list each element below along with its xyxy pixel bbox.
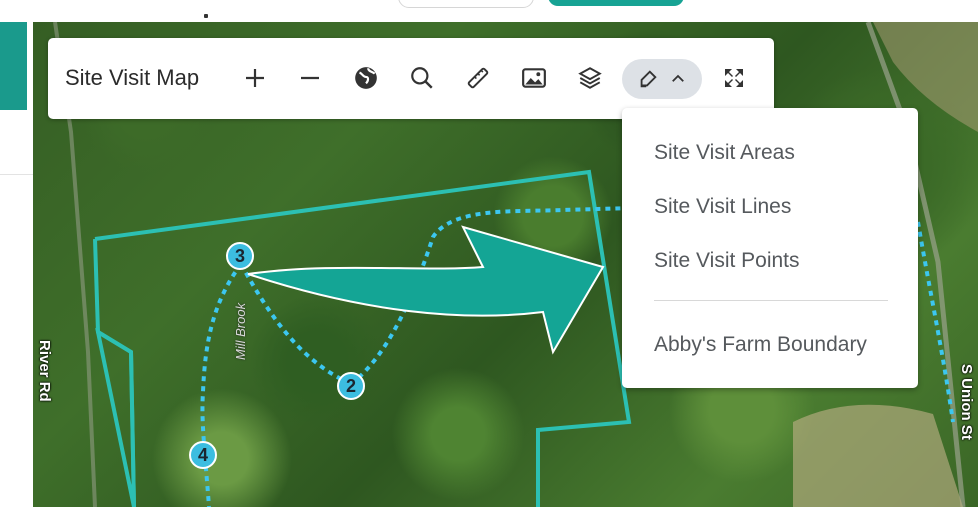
- image-button[interactable]: [516, 60, 552, 96]
- top-app-bar: [0, 0, 978, 22]
- top-bar-mark: [204, 14, 208, 18]
- trail-line-west: [200, 262, 243, 507]
- measure-button[interactable]: [460, 60, 496, 96]
- fullscreen-button[interactable]: [716, 60, 752, 96]
- road-label-river: River Rd: [36, 340, 53, 402]
- layers-button[interactable]: [572, 60, 608, 96]
- sidebar-accent[interactable]: [0, 22, 27, 110]
- search-icon: [411, 67, 433, 89]
- edit-icon: [640, 70, 657, 88]
- sidebar-divider: [0, 174, 33, 175]
- zoom-out-button[interactable]: [292, 60, 328, 96]
- map-title: Site Visit Map: [65, 65, 200, 90]
- map-marker[interactable]: 3: [226, 242, 254, 270]
- menu-item-farm-boundary[interactable]: Abby's Farm Boundary: [654, 333, 867, 357]
- zoom-in-button[interactable]: [237, 60, 273, 96]
- menu-divider: [654, 300, 888, 301]
- top-outline-button[interactable]: [398, 0, 534, 8]
- road-label-union: S Union St: [958, 364, 975, 440]
- zoom-out-icon: [301, 76, 319, 80]
- left-sidebar: [0, 0, 33, 507]
- callout-arrow: [247, 225, 605, 355]
- zoom-in-icon: [246, 69, 264, 87]
- menu-item-site-visit-areas[interactable]: Site Visit Areas: [654, 141, 795, 165]
- ruler-icon: [467, 67, 489, 89]
- map-toolbar: Site Visit Map: [48, 38, 774, 119]
- menu-item-site-visit-points[interactable]: Site Visit Points: [654, 249, 800, 273]
- search-button[interactable]: [404, 60, 440, 96]
- menu-item-site-visit-lines[interactable]: Site Visit Lines: [654, 195, 791, 219]
- basemap-button[interactable]: [348, 60, 384, 96]
- globe-icon: [355, 67, 377, 89]
- map-marker[interactable]: 4: [189, 441, 217, 469]
- water-label-brook: Mill Brook: [233, 302, 248, 360]
- image-icon: [522, 68, 546, 88]
- edit-menu-toggle[interactable]: [622, 59, 702, 99]
- top-primary-button[interactable]: [548, 0, 684, 6]
- fullscreen-icon: [725, 69, 743, 87]
- edit-layer-menu: Site Visit Areas Site Visit Lines Site V…: [622, 108, 918, 388]
- map-marker[interactable]: 2: [337, 372, 365, 400]
- layers-icon: [578, 67, 602, 89]
- clearing-area: [793, 404, 963, 507]
- farm-boundary-west: [93, 238, 136, 507]
- chevron-up-icon: [672, 74, 684, 82]
